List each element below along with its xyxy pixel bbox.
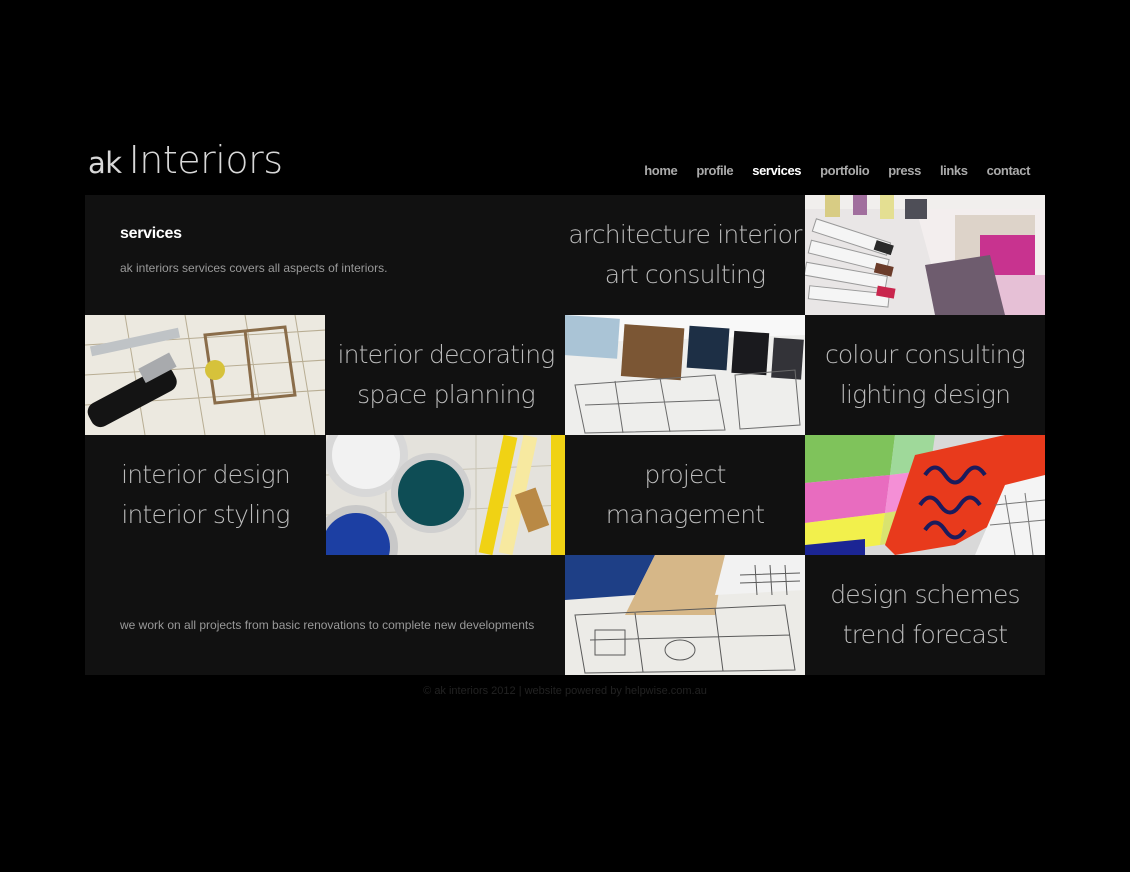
tile-line-1: project [644,460,726,489]
tile-line-1: design schemes [830,580,1020,609]
tile-line-2: space planning [357,380,536,409]
tile-line-1: architecture interior [568,220,802,249]
tile-architecture-art[interactable]: architecture interior art consulting [565,195,805,315]
nav-portfolio[interactable]: portfolio [820,163,870,178]
photo-pen-floorplan [85,315,325,435]
nav-home[interactable]: home [644,163,677,178]
tile-line-2: art consulting [604,260,766,289]
logo-name: Interiors [128,138,283,182]
services-heading: services [120,225,182,242]
nav-links[interactable]: links [940,163,968,178]
photo-paint-tins [326,435,565,555]
bottom-note: we work on all projects from basic renov… [120,618,535,632]
nav-press[interactable]: press [888,163,921,178]
photo-swatches-sketch [565,315,805,435]
photo-colour-chips [805,435,1045,555]
tile-design-styling[interactable]: interior design interior styling [85,435,326,555]
tile-schemes-forecast[interactable]: design schemes trend forecast [805,555,1045,675]
tile-line-1: interior design [121,460,291,489]
main-nav: home profile services portfolio press li… [644,163,1030,178]
tile-project-management[interactable]: project management [565,435,805,555]
tile-line-2: interior styling [121,500,290,529]
tile-line-2: trend forecast [842,620,1008,649]
services-description: ak interiors services covers all aspects… [120,261,388,275]
tile-line-2: lighting design [839,380,1011,409]
site-logo[interactable]: ak Interiors [88,138,283,184]
nav-services[interactable]: services [752,163,801,178]
photo-bathroom-plan [565,555,805,675]
tile-line-2: management [605,500,765,529]
nav-profile[interactable]: profile [696,163,733,178]
tile-decorating-planning[interactable]: interior decorating space planning [326,315,566,435]
photo-markers-kitchen [805,195,1045,315]
tile-line-1: colour consulting [824,340,1026,369]
logo-prefix: ak [88,146,122,180]
tile-line-1: interior decorating [337,340,555,369]
services-intro: services ak interiors services covers al… [120,225,387,275]
footer-text: © ak interiors 2012 | website powered by… [423,685,707,697]
tile-colour-lighting[interactable]: colour consulting lighting design [805,315,1045,435]
services-grid: services ak interiors services covers al… [85,195,1045,675]
nav-contact[interactable]: contact [987,163,1031,178]
